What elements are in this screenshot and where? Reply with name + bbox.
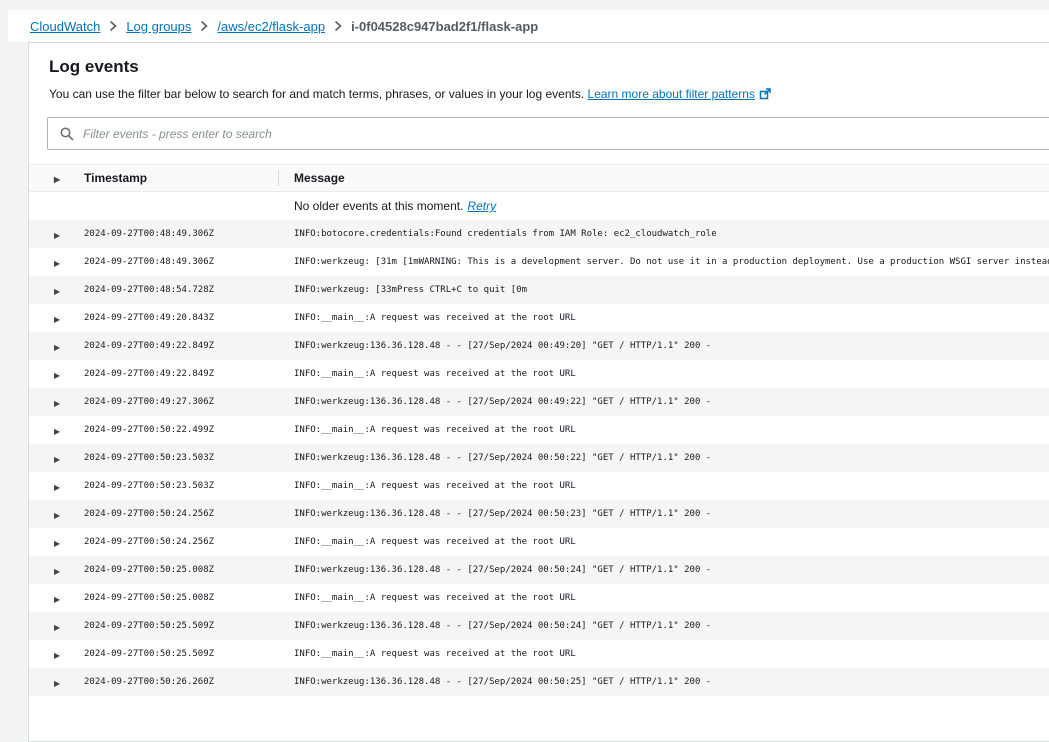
log-timestamp: 2024-09-27T00:50:22.499Z (84, 425, 278, 435)
log-message: INFO:__main__:A request was received at … (278, 369, 1049, 379)
log-message: INFO:werkzeug:136.36.128.48 - - [27/Sep/… (278, 509, 1049, 519)
log-event-row[interactable]: ▶ 2024-09-27T00:50:23.503Z INFO:__main__… (29, 472, 1049, 500)
table-header-row: ▶ Timestamp Message (29, 165, 1049, 192)
breadcrumb: CloudWatch Log groups /aws/ec2/flask-app… (8, 10, 1049, 42)
log-timestamp: 2024-09-27T00:48:49.306Z (84, 229, 278, 239)
log-event-row[interactable]: ▶ 2024-09-27T00:50:24.256Z INFO:werkzeug… (29, 500, 1049, 528)
log-timestamp: 2024-09-27T00:50:24.256Z (84, 509, 278, 519)
log-message: INFO:__main__:A request was received at … (278, 425, 1049, 435)
expand-row-icon[interactable]: ▶ (54, 455, 60, 464)
log-message: INFO:__main__:A request was received at … (278, 313, 1049, 323)
filter-events-input[interactable] (81, 118, 1046, 149)
expand-row-icon[interactable]: ▶ (54, 259, 60, 268)
log-timestamp: 2024-09-27T00:50:25.509Z (84, 621, 278, 631)
retry-link[interactable]: Retry (467, 199, 496, 213)
log-event-row[interactable]: ▶ 2024-09-27T00:50:25.509Z INFO:werkzeug… (29, 612, 1049, 640)
log-message: INFO:werkzeug:136.36.128.48 - - [27/Sep/… (278, 453, 1049, 463)
log-timestamp: 2024-09-27T00:50:25.509Z (84, 649, 278, 659)
no-older-events-text: No older events at this moment. (294, 199, 463, 213)
log-message: INFO:werkzeug: [31m [1mWARNING: This is … (278, 257, 1049, 267)
log-message: INFO:__main__:A request was received at … (278, 649, 1049, 659)
breadcrumb-current-log-stream: i-0f04528c947bad2f1/flask-app (351, 19, 538, 34)
log-timestamp: 2024-09-27T00:49:27.306Z (84, 397, 278, 407)
panel-description: You can use the filter bar below to sear… (49, 87, 1049, 104)
chevron-right-icon (334, 21, 342, 31)
log-timestamp: 2024-09-27T00:48:54.728Z (84, 285, 278, 295)
log-timestamp: 2024-09-27T00:49:22.849Z (84, 369, 278, 379)
log-event-row[interactable]: ▶ 2024-09-27T00:49:20.843Z INFO:__main__… (29, 304, 1049, 332)
log-message: INFO:werkzeug:136.36.128.48 - - [27/Sep/… (278, 677, 1049, 687)
log-message: INFO:__main__:A request was received at … (278, 481, 1049, 491)
log-message: INFO:werkzeug:136.36.128.48 - - [27/Sep/… (278, 397, 1049, 407)
expand-row-icon[interactable]: ▶ (54, 287, 60, 296)
log-event-row[interactable]: ▶ 2024-09-27T00:49:22.849Z INFO:werkzeug… (29, 332, 1049, 360)
log-timestamp: 2024-09-27T00:50:25.008Z (84, 565, 278, 575)
breadcrumb-link-log-groups[interactable]: Log groups (126, 19, 191, 34)
log-message: INFO:botocore.credentials:Found credenti… (278, 229, 1049, 239)
expand-row-icon[interactable]: ▶ (54, 679, 60, 688)
column-header-timestamp: Timestamp (84, 171, 278, 185)
breadcrumb-link-cloudwatch[interactable]: CloudWatch (30, 19, 100, 34)
breadcrumb-link-log-group-name[interactable]: /aws/ec2/flask-app (217, 19, 325, 34)
expand-row-icon[interactable]: ▶ (54, 427, 60, 436)
log-events-table: ▶ Timestamp Message No older events at t… (29, 164, 1049, 696)
page-title: Log events (49, 57, 1049, 77)
expand-row-icon[interactable]: ▶ (54, 399, 60, 408)
log-message: INFO:werkzeug: [33mPress CTRL+C to quit … (278, 285, 1049, 295)
log-message: INFO:werkzeug:136.36.128.48 - - [27/Sep/… (278, 341, 1049, 351)
log-timestamp: 2024-09-27T00:49:20.843Z (84, 313, 278, 323)
log-timestamp: 2024-09-27T00:50:25.008Z (84, 593, 278, 603)
expand-row-icon[interactable]: ▶ (54, 483, 60, 492)
log-message: INFO:werkzeug:136.36.128.48 - - [27/Sep/… (278, 621, 1049, 631)
chevron-right-icon (200, 21, 208, 31)
expand-row-icon[interactable]: ▶ (54, 651, 60, 660)
column-header-message: Message (294, 171, 345, 185)
filter-events-bar (47, 117, 1049, 150)
log-timestamp: 2024-09-27T00:50:23.503Z (84, 481, 278, 491)
expand-row-icon[interactable]: ▶ (54, 623, 60, 632)
log-event-row[interactable]: ▶ 2024-09-27T00:49:27.306Z INFO:werkzeug… (29, 388, 1049, 416)
column-divider (278, 170, 279, 186)
log-event-row[interactable]: ▶ 2024-09-27T00:50:25.008Z INFO:werkzeug… (29, 556, 1049, 584)
log-timestamp: 2024-09-27T00:50:24.256Z (84, 537, 278, 547)
log-event-row[interactable]: ▶ 2024-09-27T00:48:54.728Z INFO:werkzeug… (29, 276, 1049, 304)
expand-row-icon[interactable]: ▶ (54, 595, 60, 604)
log-event-row[interactable]: ▶ 2024-09-27T00:50:26.260Z INFO:werkzeug… (29, 668, 1049, 696)
log-message: INFO:__main__:A request was received at … (278, 537, 1049, 547)
log-event-row[interactable]: ▶ 2024-09-27T00:48:49.306Z INFO:werkzeug… (29, 248, 1049, 276)
expand-row-icon[interactable]: ▶ (54, 567, 60, 576)
log-message: INFO:__main__:A request was received at … (278, 593, 1049, 603)
panel-description-text: You can use the filter bar below to sear… (49, 87, 584, 101)
log-event-row[interactable]: ▶ 2024-09-27T00:50:25.509Z INFO:__main__… (29, 640, 1049, 668)
log-event-row[interactable]: ▶ 2024-09-27T00:49:22.849Z INFO:__main__… (29, 360, 1049, 388)
log-event-row[interactable]: ▶ 2024-09-27T00:50:23.503Z INFO:werkzeug… (29, 444, 1049, 472)
log-event-row[interactable]: ▶ 2024-09-27T00:50:25.008Z INFO:__main__… (29, 584, 1049, 612)
log-event-row[interactable]: ▶ 2024-09-27T00:50:24.256Z INFO:__main__… (29, 528, 1049, 556)
external-link-icon (759, 88, 771, 104)
log-timestamp: 2024-09-27T00:49:22.849Z (84, 341, 278, 351)
log-timestamp: 2024-09-27T00:48:49.306Z (84, 257, 278, 267)
expand-row-icon[interactable]: ▶ (54, 539, 60, 548)
log-events-panel: Log events You can use the filter bar be… (28, 42, 1049, 742)
expand-row-icon[interactable]: ▶ (54, 315, 60, 324)
expand-row-icon[interactable]: ▶ (54, 511, 60, 520)
expand-row-icon[interactable]: ▶ (54, 343, 60, 352)
log-message: INFO:werkzeug:136.36.128.48 - - [27/Sep/… (278, 565, 1049, 575)
expand-all-icon[interactable]: ▶ (54, 175, 60, 184)
log-timestamp: 2024-09-27T00:50:26.260Z (84, 677, 278, 687)
log-event-row[interactable]: ▶ 2024-09-27T00:48:49.306Z INFO:botocore… (29, 220, 1049, 248)
log-timestamp: 2024-09-27T00:50:23.503Z (84, 453, 278, 463)
log-table-body: ▶ 2024-09-27T00:48:49.306Z INFO:botocore… (29, 220, 1049, 696)
search-icon (60, 127, 74, 141)
no-older-events-row: No older events at this moment. Retry (29, 192, 1049, 220)
chevron-right-icon (109, 21, 117, 31)
log-event-row[interactable]: ▶ 2024-09-27T00:50:22.499Z INFO:__main__… (29, 416, 1049, 444)
expand-row-icon[interactable]: ▶ (54, 371, 60, 380)
learn-more-link[interactable]: Learn more about filter patterns (588, 87, 755, 101)
expand-row-icon[interactable]: ▶ (54, 231, 60, 240)
